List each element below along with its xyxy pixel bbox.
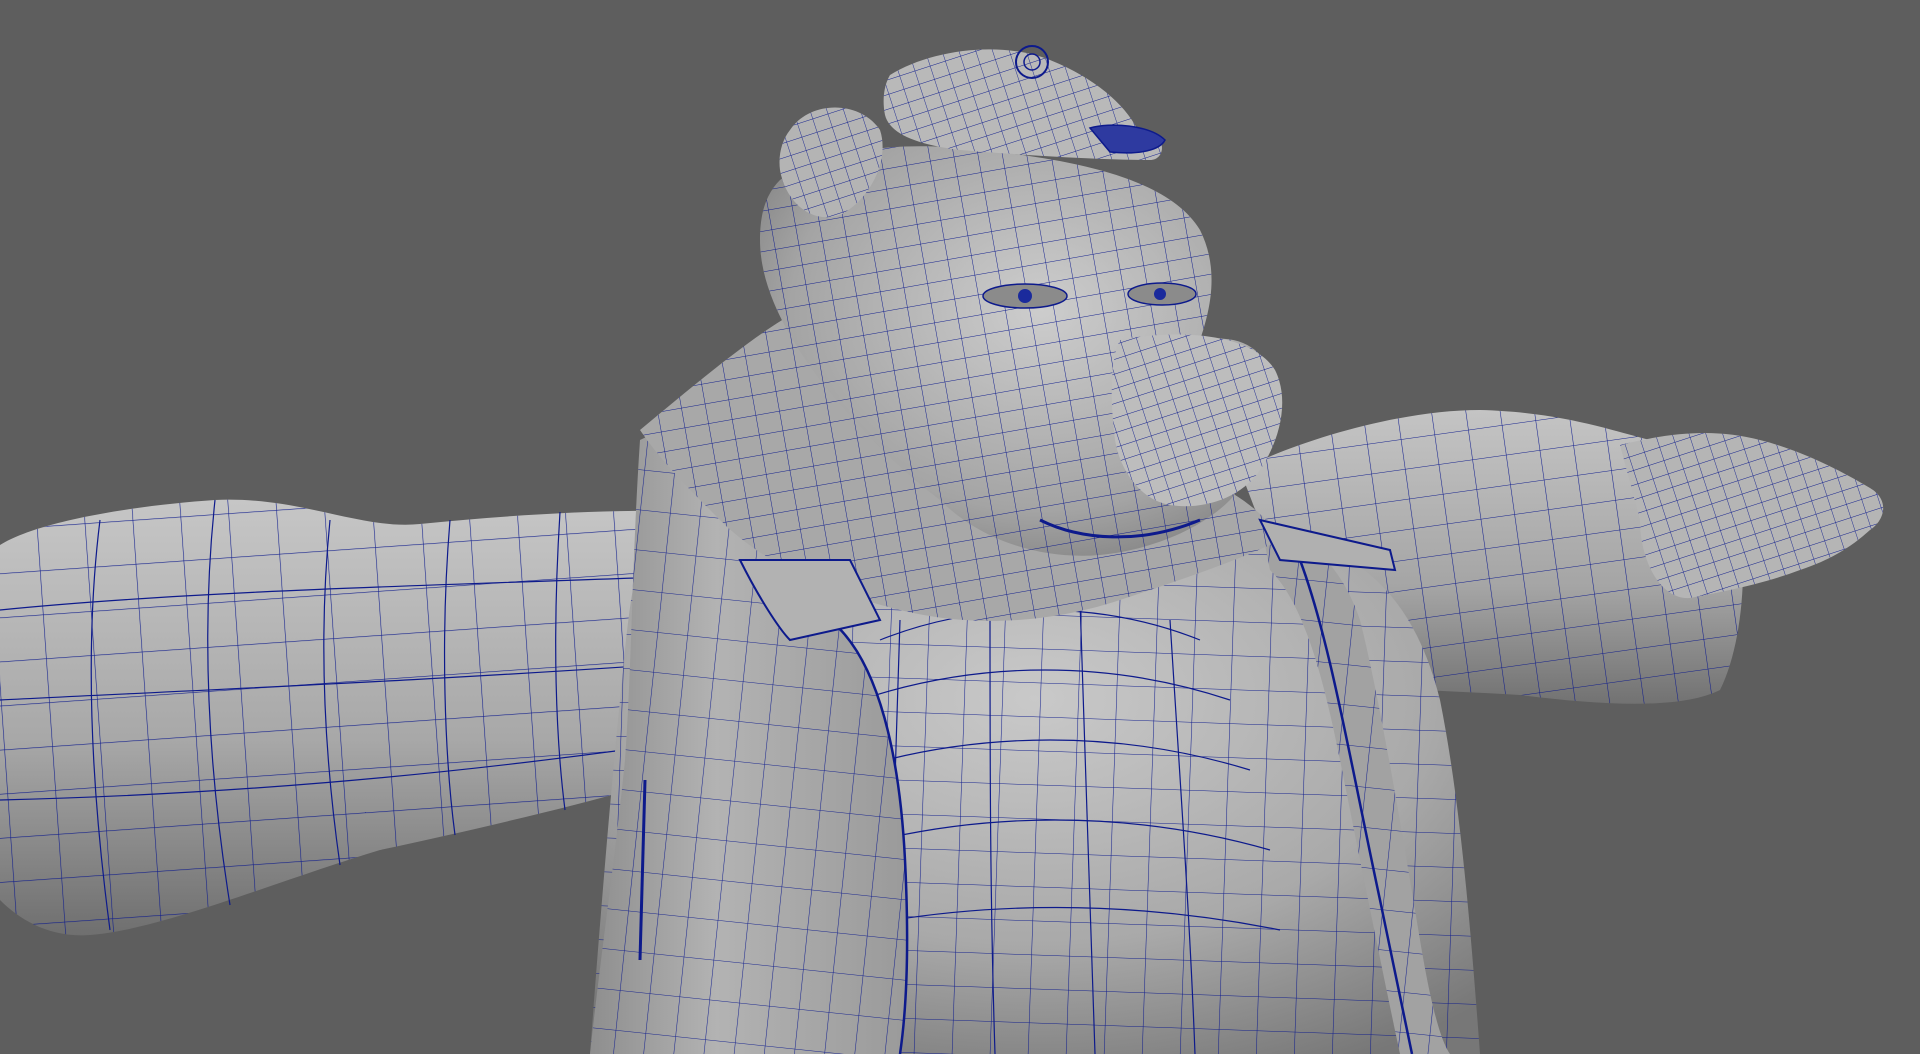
model-scene[interactable]	[0, 0, 1920, 1054]
cap-mesh[interactable]	[883, 45, 1166, 160]
eye-right	[1127, 282, 1197, 306]
3d-viewport[interactable]	[0, 0, 1920, 1054]
eye-left	[982, 283, 1068, 309]
